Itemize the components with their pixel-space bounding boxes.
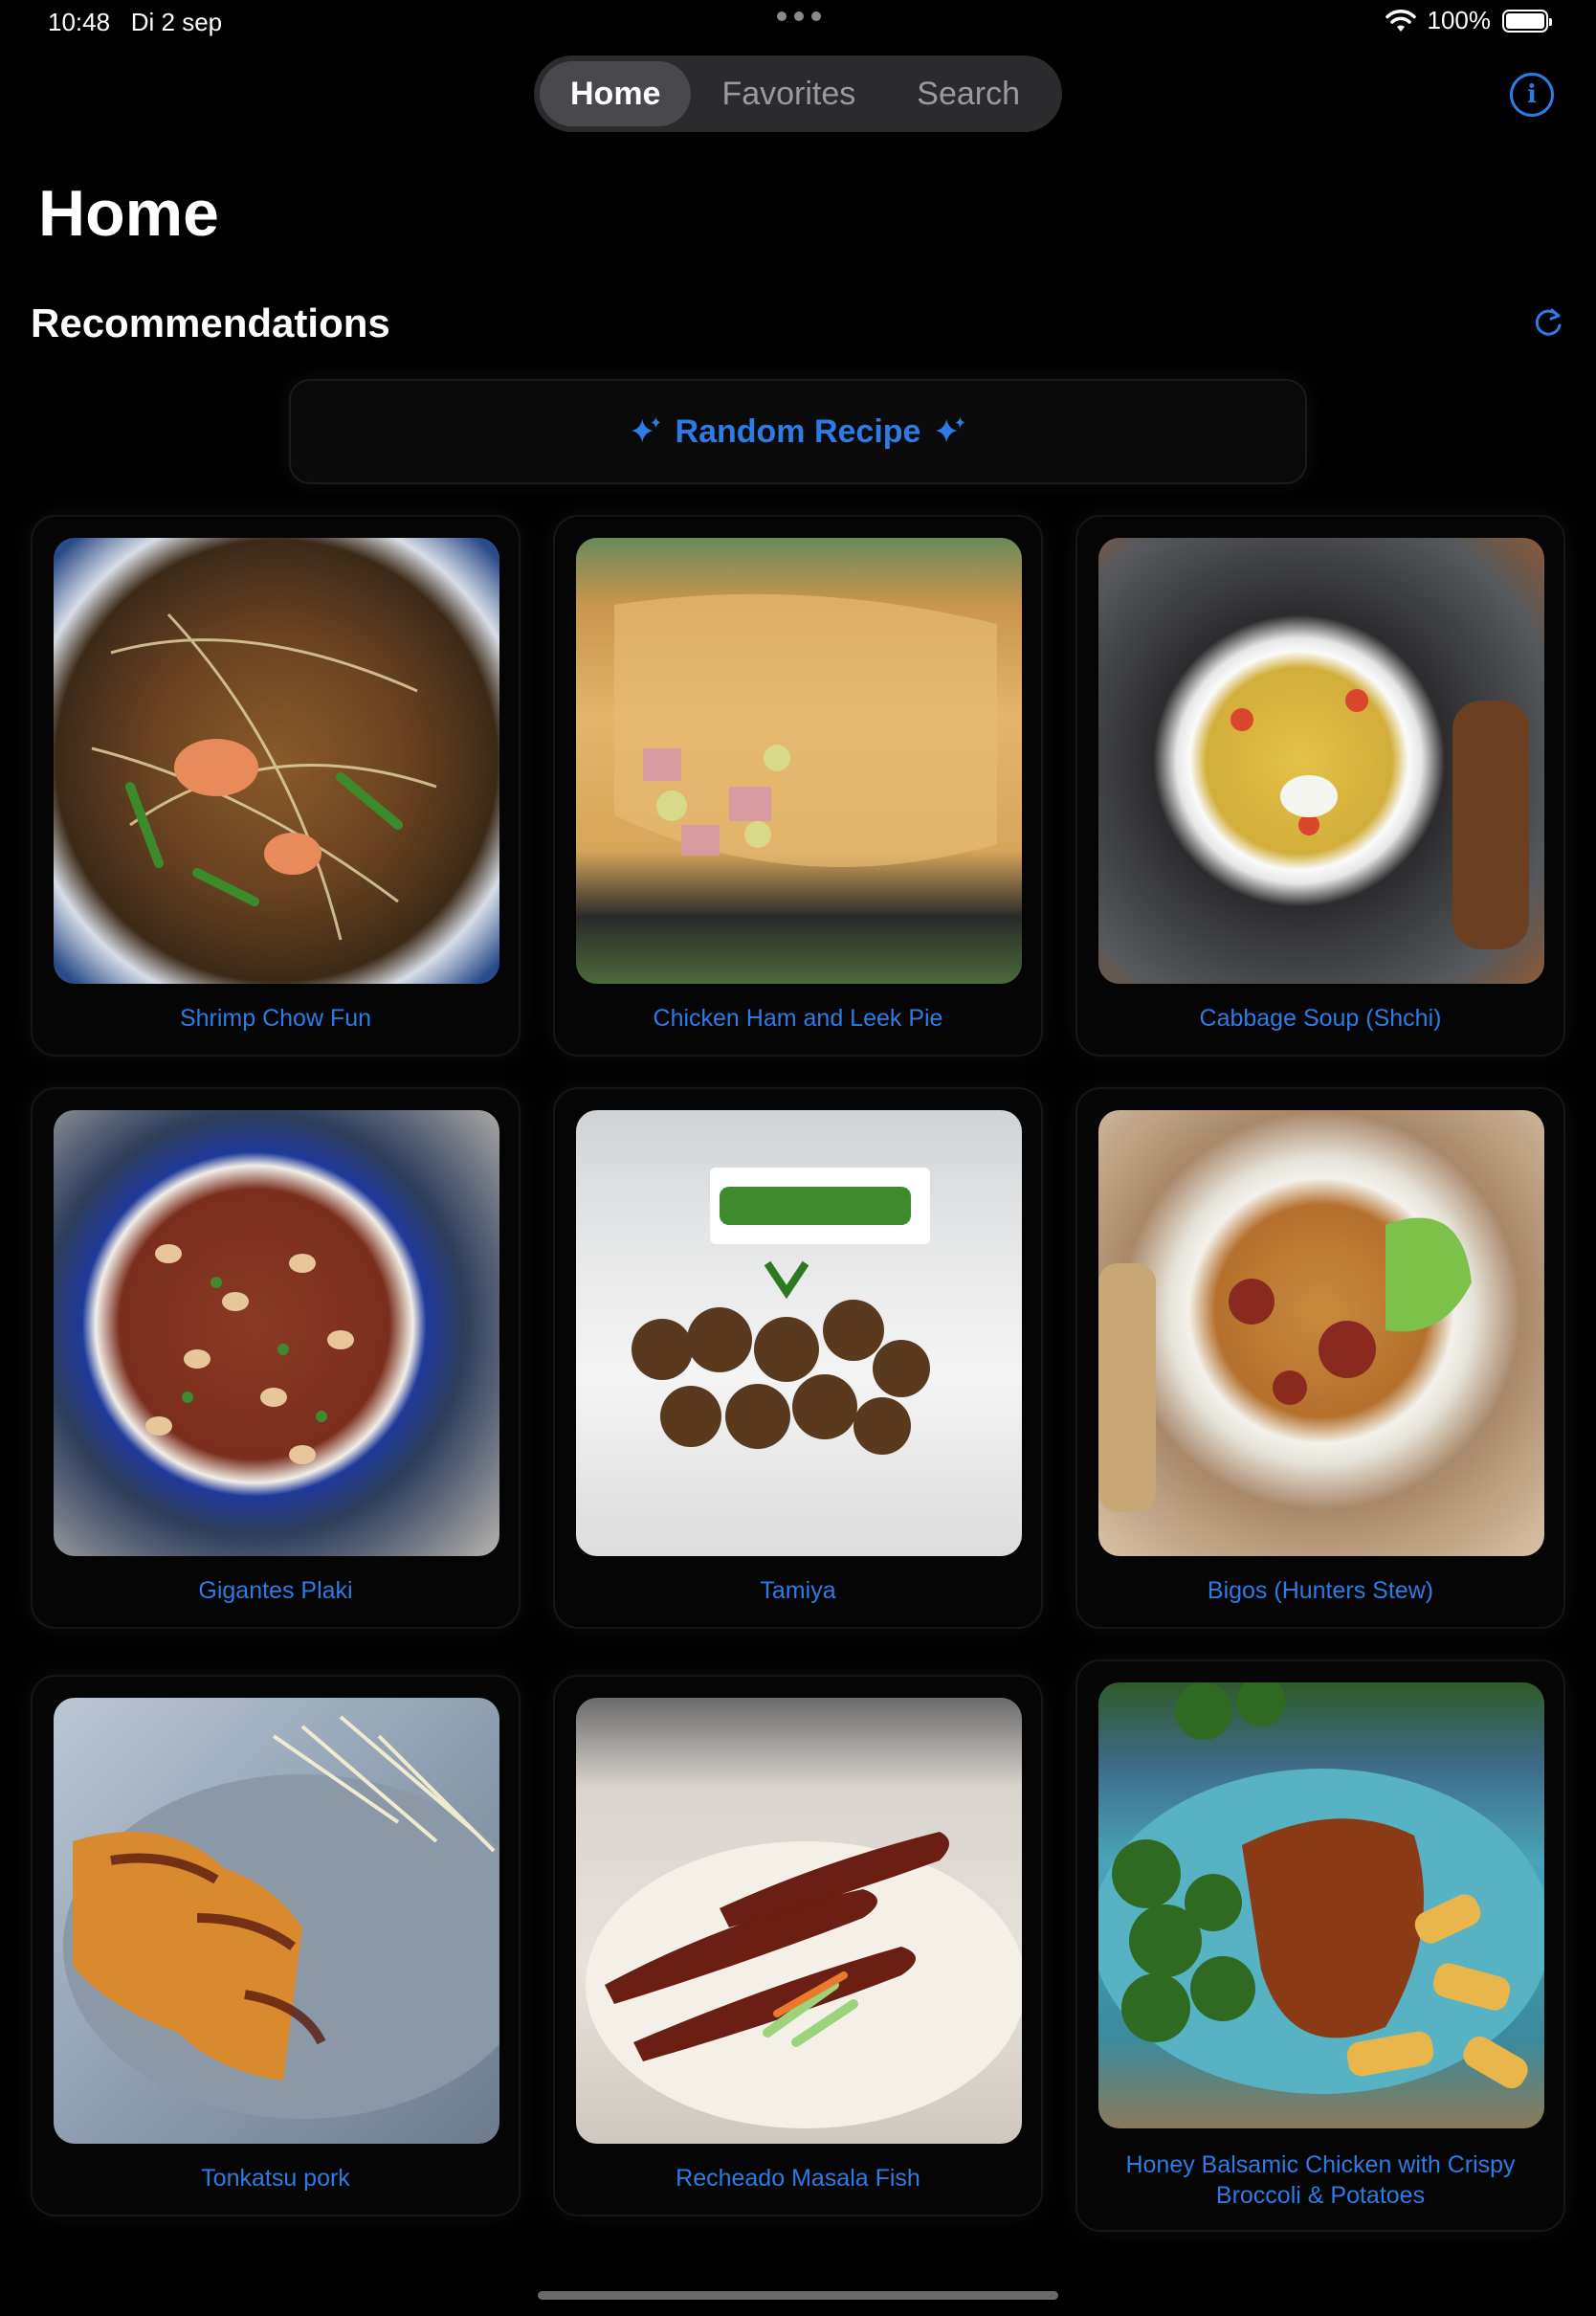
status-time: 10:48 bbox=[48, 8, 111, 36]
multitasking-dots[interactable] bbox=[777, 11, 821, 21]
refresh-icon[interactable] bbox=[1529, 304, 1567, 343]
sparkles-icon bbox=[631, 416, 660, 443]
recipe-title: Bigos (Hunters Stew) bbox=[1207, 1577, 1434, 1604]
status-indicators: 100% bbox=[1385, 6, 1552, 35]
recipe-card[interactable]: Cabbage Soup (Shchi) bbox=[1075, 515, 1565, 1057]
recipe-card[interactable]: Honey Balsamic Chicken with Crispy Brocc… bbox=[1075, 1659, 1565, 2232]
page-title: Home bbox=[38, 177, 219, 250]
recipe-image-cabbage-soup bbox=[1098, 538, 1544, 984]
info-button[interactable]: i bbox=[1510, 73, 1554, 117]
sparkles-icon bbox=[936, 416, 965, 443]
tab-search[interactable]: Search bbox=[886, 61, 1051, 126]
tab-bar: Home Favorites Search bbox=[534, 56, 1062, 132]
status-time-date: 10:48 Di 2 sep bbox=[48, 8, 222, 37]
random-recipe-label: Random Recipe bbox=[675, 412, 921, 450]
recipe-title: Shrimp Chow Fun bbox=[179, 1005, 372, 1032]
recipe-card[interactable]: Bigos (Hunters Stew) bbox=[1075, 1087, 1565, 1629]
recipe-image-recheado-fish bbox=[576, 1698, 1022, 2144]
info-icon: i bbox=[1527, 80, 1537, 109]
recipe-card[interactable]: Tonkatsu pork bbox=[31, 1675, 521, 2216]
recipe-image-bigos bbox=[1098, 1110, 1544, 1556]
recipe-title: Gigantes Plaki bbox=[198, 1577, 353, 1604]
recipe-title: Cabbage Soup (Shchi) bbox=[1199, 1005, 1442, 1032]
home-indicator[interactable] bbox=[538, 2291, 1058, 2300]
random-recipe-button[interactable]: Random Recipe bbox=[289, 379, 1307, 484]
recipe-card[interactable]: Shrimp Chow Fun bbox=[31, 515, 521, 1057]
recipe-card[interactable]: Recheado Masala Fish bbox=[553, 1675, 1043, 2216]
recipe-card[interactable]: Chicken Ham and Leek Pie bbox=[553, 515, 1043, 1057]
battery-icon bbox=[1502, 9, 1552, 33]
app-screen: 10:48 Di 2 sep 100% Home Favorites Searc… bbox=[0, 0, 1596, 2316]
recipe-title: Tonkatsu pork bbox=[201, 2165, 350, 2192]
tab-favorites[interactable]: Favorites bbox=[691, 61, 886, 126]
recipe-image-chicken-ham-leek-pie bbox=[576, 538, 1022, 984]
recipe-card[interactable]: Gigantes Plaki bbox=[31, 1087, 521, 1629]
recipe-image-honey-balsamic-chicken bbox=[1098, 1682, 1544, 2128]
recipe-image-gigantes-plaki bbox=[54, 1110, 499, 1556]
recipe-image-shrimp-chow-fun bbox=[54, 538, 499, 984]
recipe-title: Chicken Ham and Leek Pie bbox=[653, 1005, 943, 1032]
recipe-card[interactable]: Tamiya bbox=[553, 1087, 1043, 1629]
battery-percentage: 100% bbox=[1427, 6, 1492, 34]
recipe-title: Honey Balsamic Chicken with Crispy Brocc… bbox=[1125, 2151, 1516, 2209]
recipe-image-tamiya bbox=[576, 1110, 1022, 1556]
section-title: Recommendations bbox=[31, 301, 390, 345]
recipe-title: Tamiya bbox=[760, 1577, 836, 1604]
wifi-icon bbox=[1385, 9, 1416, 32]
recipe-title: Recheado Masala Fish bbox=[676, 2165, 920, 2192]
recipe-image-tonkatsu bbox=[54, 1698, 499, 2144]
tab-home[interactable]: Home bbox=[540, 61, 692, 126]
status-date: Di 2 sep bbox=[130, 8, 223, 36]
